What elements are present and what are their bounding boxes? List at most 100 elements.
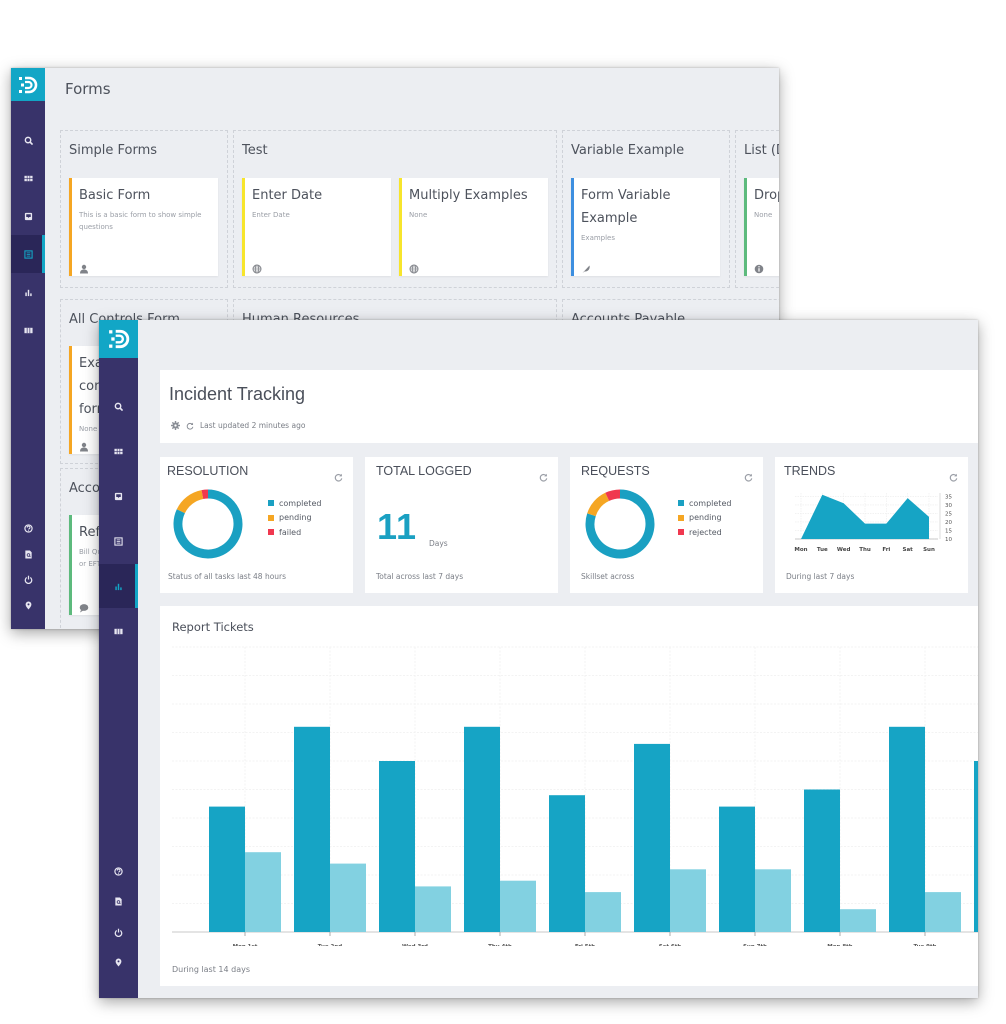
total-logged-title: TOTAL LOGGED (376, 464, 472, 478)
report-xtick-label: Thu 4th (488, 944, 512, 946)
form-card-title: Drop (754, 188, 779, 203)
trends-xtick-label: Sat (903, 547, 914, 553)
sidebar-item-grid[interactable] (99, 429, 138, 473)
trends-xtick-label: Thu (859, 547, 871, 553)
columns-icon (114, 628, 123, 634)
report-tickets-footer: During last 14 days (172, 965, 251, 974)
legend-label: rejected (689, 527, 722, 537)
legend-swatch (678, 529, 684, 536)
app-logo[interactable] (11, 68, 45, 101)
legend-label: completed (279, 498, 322, 508)
report-tickets-bar-chart: Mon 1st Tue 2nd Wed 3rd Thu 4th Fri 5th Sat 6… (172, 646, 978, 946)
form-card-icon (754, 259, 764, 274)
form-card-title: Multiply Examples (409, 188, 528, 203)
columns-icon (23, 327, 33, 333)
location-pin-icon (115, 958, 122, 967)
refresh-icon[interactable] (539, 473, 548, 482)
legend-item: completed (678, 496, 731, 511)
sidebar-item-power[interactable] (99, 923, 138, 941)
trends-card: TRENDS 10 15 20 25 30 35 Mon Tue Wed Thu Fri Sat Sun… (775, 457, 968, 593)
donut-slice-pending (587, 492, 610, 517)
refresh-icon[interactable] (186, 422, 194, 430)
feather-icon (582, 265, 590, 273)
sidebar-item-location-pin[interactable] (11, 596, 45, 614)
report-bar-secondary (755, 869, 791, 932)
report-bar-secondary (500, 880, 536, 932)
form-card-description: This is a basic form to show simple ques… (79, 211, 202, 231)
legend-label: completed (689, 498, 732, 508)
sidebar-item-bar-chart[interactable] (99, 564, 138, 608)
power-icon (24, 575, 32, 584)
form-card-description: None (754, 211, 773, 219)
report-xtick-label: Fri 5th (575, 944, 595, 946)
sidebar-item-columns[interactable] (99, 609, 138, 653)
form-card[interactable]: Enter Date Enter Date (242, 178, 391, 276)
sidebar-item-search[interactable] (99, 384, 138, 428)
inbox-icon (114, 492, 123, 500)
sidebar-item-location-pin[interactable] (99, 953, 138, 971)
gear-icon[interactable] (171, 421, 180, 430)
requests-card: REQUESTS completed pending rejected Skil… (570, 457, 763, 593)
resolution-title: RESOLUTION (167, 464, 249, 478)
app-logo[interactable] (99, 320, 138, 358)
legend-swatch (268, 514, 274, 521)
sidebar-item-power[interactable] (11, 570, 45, 588)
report-bar-primary (634, 743, 670, 932)
requests-footer: Skillset across (581, 572, 635, 581)
sidebar-item-help[interactable] (99, 862, 138, 880)
legend-item: pending (678, 511, 731, 526)
sidebar-item-forms[interactable] (99, 519, 138, 563)
form-group-title: Variable Example (571, 143, 685, 158)
form-card-description: None (409, 211, 428, 219)
document-search-icon (24, 549, 32, 559)
report-xtick-label: Wed 3rd (402, 944, 428, 946)
sidebar-item-inbox[interactable] (11, 197, 45, 235)
trends-ytick-label: 10 (945, 537, 952, 543)
donut-slice-rejected (605, 489, 621, 502)
help-icon (23, 523, 33, 533)
form-card[interactable]: Basic Form This is a basic form to show s… (69, 178, 218, 276)
dashboard-sidebar (99, 320, 138, 998)
sidebar-item-search[interactable] (11, 121, 45, 159)
form-card-icon (79, 437, 89, 452)
form-card[interactable]: Drop None (744, 178, 779, 276)
sidebar-item-forms[interactable] (11, 235, 45, 273)
sidebar-item-document-search[interactable] (11, 545, 45, 563)
resolution-donut-chart (173, 489, 243, 559)
refresh-icon[interactable] (334, 473, 343, 482)
report-tickets-panel: Report Tickets Mon 1st Tue 2nd Wed 3rd Thu … (160, 606, 978, 986)
form-card-icon (79, 598, 89, 613)
form-group-title: List (D (744, 143, 779, 158)
form-card[interactable]: Form Variable Example Examples (571, 178, 720, 276)
refresh-icon[interactable] (744, 473, 753, 482)
trends-xtick-label: Wed (837, 547, 851, 553)
legend-label: failed (279, 527, 302, 537)
report-bar-primary (464, 726, 500, 932)
trends-footer: During last 7 days (786, 572, 855, 581)
trends-xtick-label: Tue (817, 547, 828, 553)
inbox-icon (24, 212, 32, 220)
form-card-title: Form Variable Example (581, 188, 671, 226)
report-xtick-label: Mon 8th (827, 944, 853, 946)
report-bar-primary (974, 761, 978, 932)
sidebar-item-bar-chart[interactable] (11, 273, 45, 311)
sidebar-item-columns[interactable] (11, 311, 45, 349)
sidebar-item-help[interactable] (11, 519, 45, 537)
form-group: List (D Drop None (735, 130, 779, 288)
form-card-title: Enter Date (252, 188, 323, 203)
last-updated-row: Last updated 2 minutes ago (171, 421, 305, 430)
total-logged-value: 11 (377, 506, 418, 547)
sidebar-item-document-search[interactable] (99, 892, 138, 910)
dashboard-window: Incident Tracking Last updated 2 minutes… (99, 320, 978, 998)
form-card-icon (581, 259, 591, 273)
sidebar-item-grid[interactable] (11, 159, 45, 197)
form-card[interactable]: Multiply Examples None (399, 178, 548, 276)
form-card-description: Enter Date (252, 211, 290, 219)
report-bar-primary (294, 726, 330, 932)
legend-label: pending (279, 513, 312, 523)
total-logged-card: TOTAL LOGGED 11 Days Total across last 7… (365, 457, 558, 593)
help-icon (114, 866, 123, 876)
refresh-icon[interactable] (949, 473, 958, 482)
legend-label: pending (689, 513, 722, 523)
sidebar-item-inbox[interactable] (99, 474, 138, 518)
